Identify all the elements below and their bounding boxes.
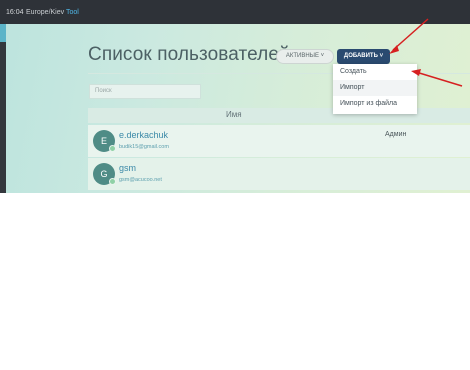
avatar: G — [93, 163, 116, 185]
status-dot-icon — [109, 178, 116, 185]
avatar-initial: G — [100, 169, 108, 179]
tool-link[interactable]: Tool — [66, 9, 79, 16]
menu-item-create[interactable]: Создать — [333, 64, 417, 80]
user-email: budik15@gmail.com — [119, 144, 169, 150]
page-title: Список пользователей — [88, 44, 290, 65]
screenshot-viewport: 16:04 Europe/Kiev Tool Список пользовате… — [0, 0, 470, 193]
menu-item-import[interactable]: Импорт — [333, 80, 417, 96]
top-bar: 16:04 Europe/Kiev Tool — [0, 0, 470, 24]
user-role: Админ — [385, 131, 407, 138]
add-dropdown-menu: Создать Импорт Импорт из файла — [333, 64, 417, 114]
column-header-name[interactable]: Имя — [226, 110, 242, 119]
user-name-link[interactable]: gsm — [119, 163, 136, 173]
avatar: E — [93, 130, 116, 152]
avatar-initial: E — [100, 136, 107, 146]
timezone-label: Europe/Kiev — [26, 9, 65, 16]
clock-time: 16:04 — [6, 9, 24, 16]
main-content: Список пользователей АКТИВНЫЕ ˅ ДОБАВИТЬ… — [6, 24, 470, 193]
user-name-link[interactable]: e.derkachuk — [119, 130, 168, 140]
status-dot-icon — [109, 145, 116, 152]
table-row[interactable]: G gsm gsm@acucoo.net — [88, 158, 470, 190]
user-email: gsm@acucoo.net — [119, 177, 162, 183]
menu-item-import-file[interactable]: Импорт из файла — [333, 96, 417, 112]
table-row[interactable]: E e.derkachuk budik15@gmail.com Админ — [88, 125, 470, 157]
search-input[interactable]: Поиск — [89, 84, 201, 99]
add-button[interactable]: ДОБАВИТЬ ˅ — [337, 49, 390, 64]
active-filter-button[interactable]: АКТИВНЫЕ ˅ — [276, 49, 334, 64]
